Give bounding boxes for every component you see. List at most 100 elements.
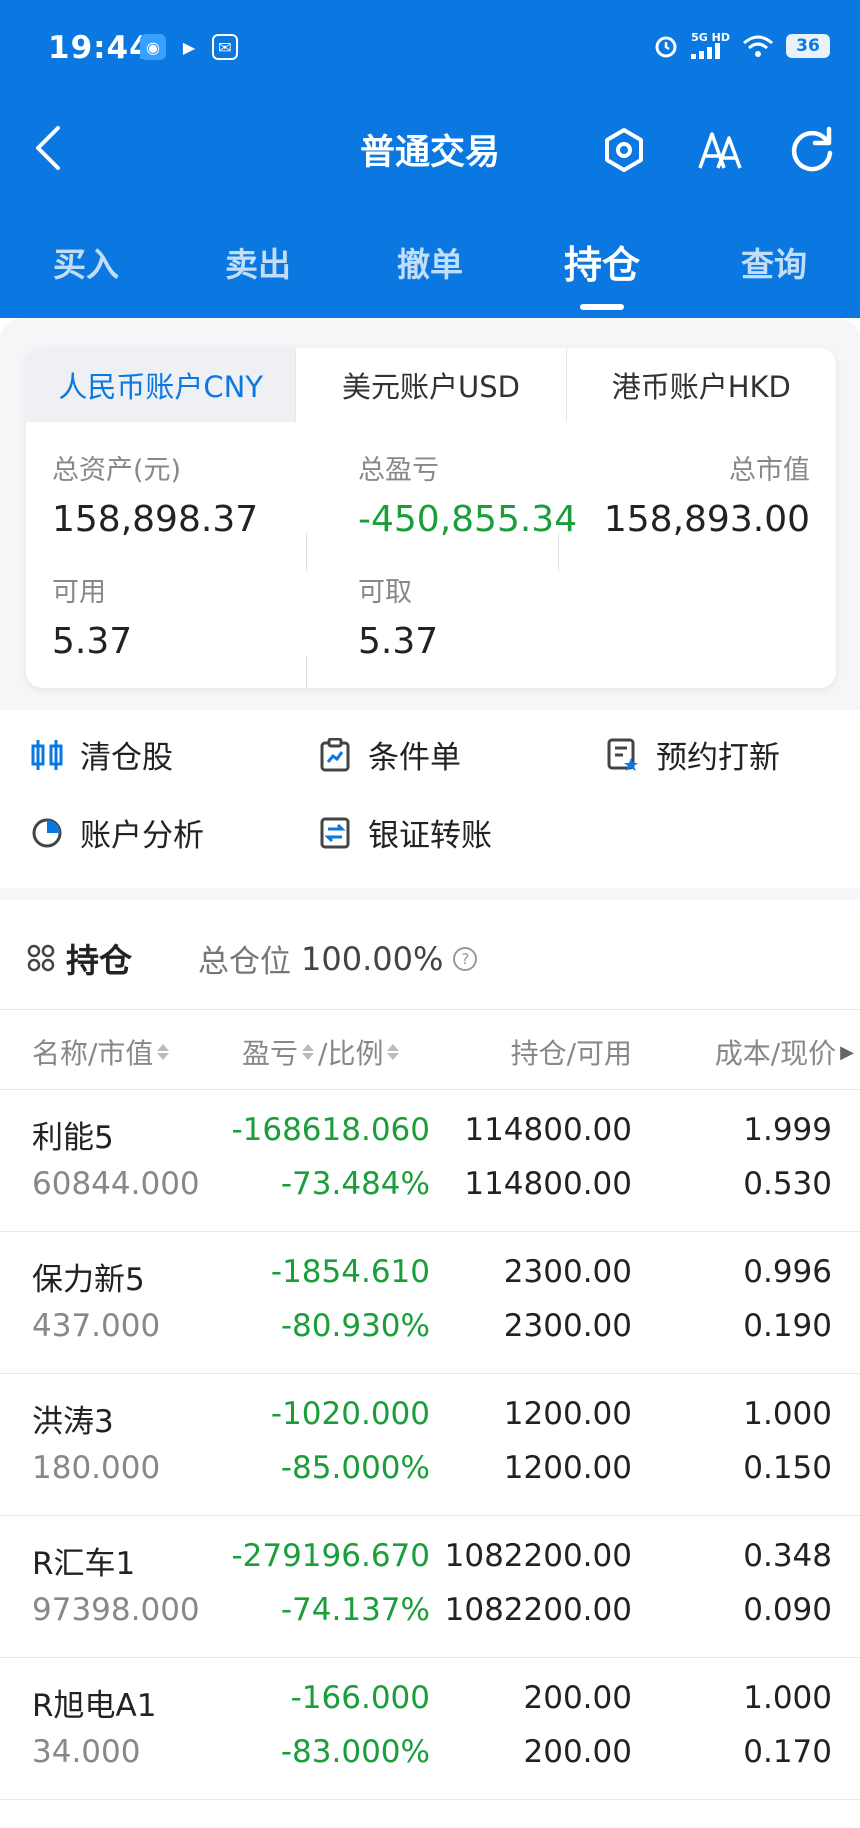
- app-header: 19:44 ◉ ▶ ✉ 5G HD 36 普通交易 买入 卖出 撤单 持仓 查询: [0, 0, 860, 318]
- col-name-sort[interactable]: 名称/市值: [32, 1032, 170, 1072]
- status-indicators: 5G HD 36: [653, 32, 830, 59]
- quick-bank-transfer-label: 银证转账: [368, 818, 492, 854]
- stock-name: R旭电A1: [32, 1688, 157, 1724]
- stock-pl-pct: -73.484%: [280, 1166, 430, 1202]
- table-row[interactable]: 洪涛3 180.000 -1020.000 -85.000% 1200.00 1…: [0, 1374, 860, 1516]
- quick-clear-stock[interactable]: 清仓股: [30, 732, 173, 777]
- quick-ipo-reserve-label: 预约打新: [656, 740, 780, 776]
- caret-right-icon: ▶: [840, 1041, 854, 1063]
- help-icon[interactable]: ?: [453, 946, 478, 971]
- pie-chart-icon: [30, 816, 64, 850]
- stock-market-value: 60844.000: [32, 1166, 200, 1202]
- stock-market-value: 97398.000: [32, 1592, 200, 1628]
- status-app-icons: ◉ ▶ ✉: [140, 34, 238, 60]
- col-cost-toggle[interactable]: 成本/现价 ▶: [715, 1032, 854, 1072]
- stock-position: 1200.00: [503, 1396, 632, 1432]
- available-funds: 可用 5.37: [52, 570, 132, 662]
- withdrawable-funds: 可取 5.37: [358, 570, 438, 662]
- active-tab-indicator: [580, 304, 624, 310]
- stock-available: 200.00: [523, 1734, 632, 1770]
- col-pl-sort[interactable]: 盈亏 /比例: [242, 1032, 400, 1072]
- col-name-label: 名称/市值: [32, 1037, 154, 1070]
- stock-pl-pct: -80.930%: [280, 1308, 430, 1344]
- stock-market-value: 180.000: [32, 1450, 161, 1486]
- stock-pl-pct: -83.000%: [280, 1734, 430, 1770]
- stock-name: 保力新5: [32, 1262, 145, 1298]
- divider: [306, 656, 307, 688]
- status-bar: 19:44 ◉ ▶ ✉ 5G HD 36: [0, 0, 860, 100]
- tab-query[interactable]: 查询: [688, 238, 860, 286]
- col-pl-label: 盈亏: [242, 1037, 299, 1070]
- col-cost-label: 成本/现价: [714, 1037, 837, 1070]
- stock-available: 2300.00: [503, 1308, 632, 1344]
- total-assets-label: 总资产(元): [52, 455, 182, 486]
- stock-pl: -1854.610: [270, 1254, 430, 1290]
- title-bar: 普通交易: [0, 100, 860, 200]
- stock-name: 利能5: [32, 1120, 114, 1156]
- clear-stock-icon: [30, 738, 64, 772]
- total-pl: 总盈亏 -450,855.34: [358, 448, 577, 540]
- available-value: 5.37: [52, 621, 133, 662]
- stock-cost: 1.999: [743, 1112, 832, 1148]
- quick-account-analysis[interactable]: 账户分析: [30, 810, 204, 855]
- tab-sell[interactable]: 卖出: [172, 238, 344, 286]
- stock-price: 0.170: [743, 1734, 832, 1770]
- refresh-button[interactable]: [780, 118, 844, 182]
- play-icon: ▶: [182, 37, 196, 57]
- holdings-title-label: 持仓: [66, 941, 132, 980]
- alarm-icon: [655, 36, 677, 57]
- table-row[interactable]: 利能5 60844.000 -168618.060 -73.484% 11480…: [0, 1090, 860, 1232]
- stock-available: 1082200.00: [444, 1592, 632, 1628]
- total-pl-label: 总盈亏: [358, 455, 439, 486]
- stock-cost: 1.000: [743, 1396, 832, 1432]
- tab-holdings[interactable]: 持仓: [516, 234, 688, 289]
- stock-cost: 1.000: [743, 1680, 832, 1716]
- table-row[interactable]: R旭电A1 34.000 -166.000 -83.000% 200.00 20…: [0, 1658, 860, 1800]
- tab-cancel[interactable]: 撤单: [344, 238, 516, 286]
- sort-icon: [157, 1044, 170, 1060]
- stock-position: 200.00: [523, 1680, 632, 1716]
- tab-cny-account[interactable]: 人民币账户CNY: [26, 348, 296, 422]
- stock-name: R汇车1: [32, 1546, 136, 1582]
- table-row[interactable]: 保力新5 437.000 -1854.610 -80.930% 2300.00 …: [0, 1232, 860, 1374]
- market-value-label: 总市值: [729, 455, 810, 486]
- sort-icon: [302, 1044, 315, 1060]
- sort-icon: [387, 1044, 400, 1060]
- position-ratio: 总仓位 100.00% ?: [198, 936, 478, 981]
- tab-buy[interactable]: 买入: [0, 238, 172, 286]
- stock-pl-pct: -74.137%: [280, 1592, 430, 1628]
- condition-order-icon: [318, 737, 352, 772]
- hexagon-settings-icon: [605, 128, 643, 172]
- quick-bank-transfer[interactable]: 银证转账: [318, 810, 492, 855]
- total-assets: 总资产(元) 158,898.37: [52, 448, 258, 540]
- col-ratio-label: /比例: [318, 1037, 384, 1070]
- stock-name: 洪涛3: [32, 1404, 114, 1440]
- account-summary-card: 人民币账户CNY 美元账户USD 港币账户HKD 总资产(元) 158,898.…: [26, 348, 836, 688]
- refresh-icon: [791, 126, 833, 172]
- stock-available: 114800.00: [464, 1166, 632, 1202]
- tab-usd-account[interactable]: 美元账户USD: [295, 348, 566, 422]
- stock-position: 2300.00: [503, 1254, 632, 1290]
- settings-button[interactable]: [592, 118, 656, 182]
- total-assets-value: 158,898.37: [52, 499, 259, 540]
- stock-price: 0.530: [743, 1166, 832, 1202]
- col-position: 持仓/可用: [511, 1032, 632, 1072]
- stock-price: 0.150: [743, 1450, 832, 1486]
- transfer-icon: [318, 816, 352, 850]
- divider: [306, 533, 307, 571]
- holdings-panel: 持仓 总仓位 100.00% ? 名称/市值 盈亏 /比例 持仓/可用 成本/现…: [0, 900, 860, 1828]
- stock-pl: -1020.000: [270, 1396, 430, 1432]
- stock-pl: -166.000: [290, 1680, 430, 1716]
- currency-tabs: 人民币账户CNY 美元账户USD 港币账户HKD: [26, 348, 836, 422]
- position-ratio-value: 100.00%: [301, 939, 444, 978]
- stock-pl: -279196.670: [231, 1538, 430, 1574]
- stock-position: 1082200.00: [444, 1538, 632, 1574]
- holdings-title: 持仓: [26, 934, 132, 982]
- col-position-label: 持仓/可用: [510, 1037, 632, 1070]
- holdings-header: 持仓 总仓位 100.00% ?: [0, 900, 860, 1010]
- table-row[interactable]: R汇车1 97398.000 -279196.670 -74.137% 1082…: [0, 1516, 860, 1658]
- font-size-button[interactable]: [688, 118, 752, 182]
- quick-condition-order[interactable]: 条件单: [318, 732, 461, 777]
- quick-ipo-reserve[interactable]: 预约打新: [606, 732, 780, 777]
- tab-hkd-account[interactable]: 港币账户HKD: [565, 348, 836, 422]
